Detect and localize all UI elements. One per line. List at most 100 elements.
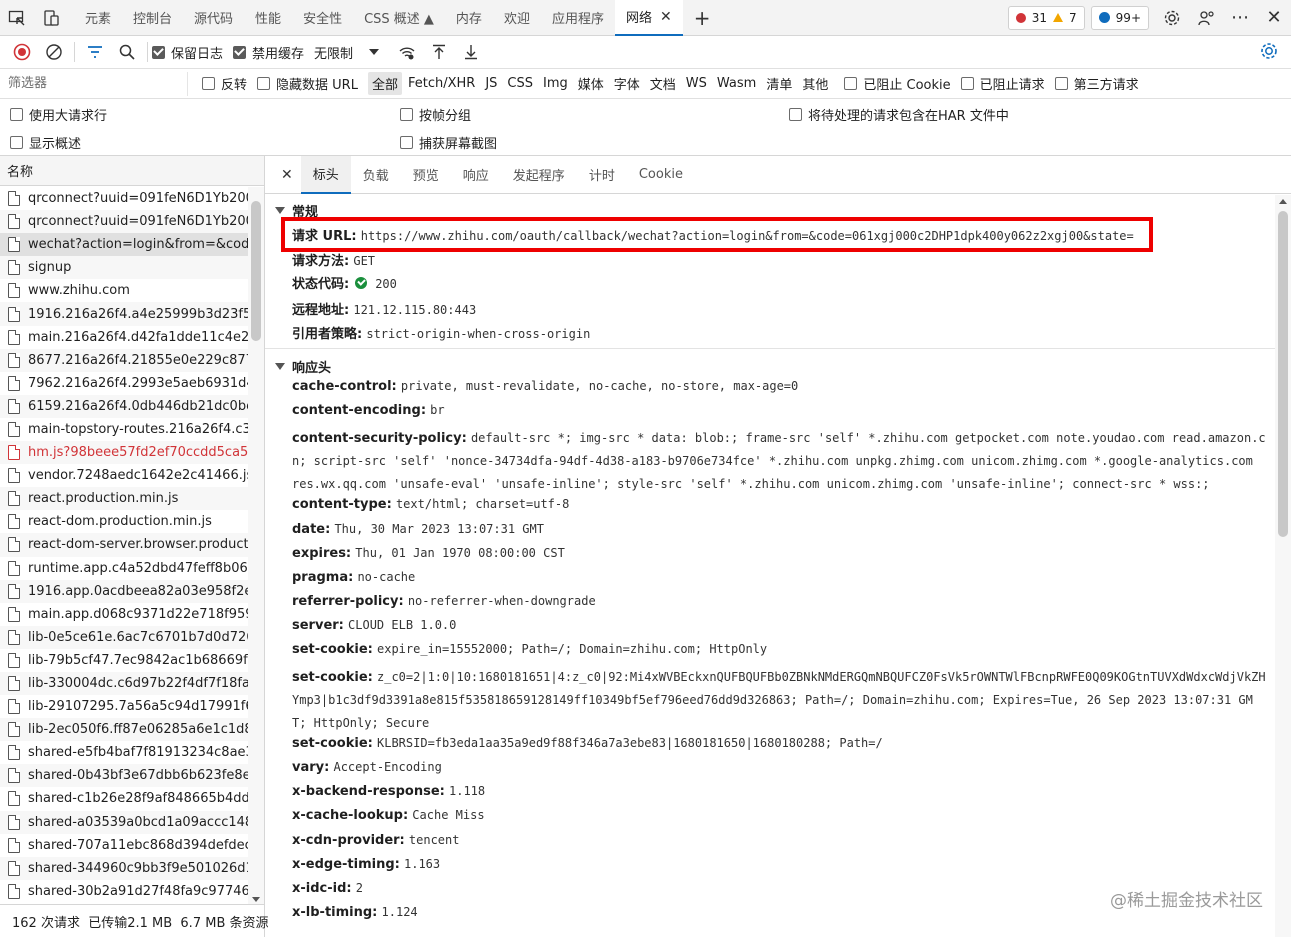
filter-input[interactable] (2, 71, 188, 96)
close-tab-icon[interactable]: ✕ (660, 9, 672, 25)
tab-6[interactable]: 内存 (445, 0, 493, 36)
request-row[interactable]: shared-e5fb4baf7f81913234c8ae38d7 (0, 741, 248, 764)
filter-type-2[interactable]: JS (481, 74, 501, 93)
request-row[interactable]: lib-2ec050f6.ff87e06285a6e1c1d822.js (0, 718, 248, 742)
tab-8[interactable]: 应用程序 (541, 0, 615, 36)
group-by-frame-checkbox[interactable]: 按帧分组 (400, 105, 471, 124)
tab-3[interactable]: 性能 (244, 0, 292, 36)
large-rows-checkbox[interactable]: 使用大请求行 (10, 105, 107, 124)
request-row[interactable]: shared-c1b26e28f9af848665b4dda36. (0, 787, 248, 810)
request-row[interactable]: runtime.app.c4a52dbd47feff8b066e.js (0, 557, 248, 580)
inspect-element-icon[interactable] (0, 0, 34, 36)
request-row[interactable]: signup (0, 256, 248, 280)
third-party-checkbox[interactable]: 第三方请求 (1054, 74, 1139, 93)
include-pending-har-checkbox[interactable]: 将待处理的请求包含在HAR 文件中 (789, 105, 1009, 124)
checkbox-unchecked[interactable] (10, 108, 23, 121)
hide-data-urls-checkbox[interactable]: 隐藏数据 URL (257, 74, 358, 93)
request-row[interactable]: main-topstory-routes.216a26f4.c3cd3 (0, 418, 248, 441)
tab-1[interactable]: 控制台 (122, 0, 183, 36)
request-row[interactable]: lib-29107295.7a56a5c94d17991f6954 (0, 695, 248, 718)
preserve-log-checkbox[interactable]: 保留日志 (152, 43, 223, 62)
checkbox-unchecked[interactable] (10, 136, 23, 149)
filter-type-11[interactable]: 其他 (798, 72, 832, 95)
request-row[interactable]: lib-330004dc.c6d97b22f4df7f18fa57.js (0, 671, 248, 696)
filter-type-5[interactable]: 媒体 (574, 72, 608, 95)
scrollbar-thumb[interactable] (1278, 211, 1288, 537)
request-row[interactable]: vendor.7248aedc1642e2c41466.js (0, 464, 248, 487)
device-emulation-icon[interactable] (34, 0, 68, 36)
details-tab-4[interactable]: 发起程序 (501, 156, 577, 194)
filter-icon[interactable] (79, 38, 111, 66)
clear-icon[interactable] (38, 38, 70, 66)
request-row[interactable]: 1916.216a26f4.a4e25999b3d23f5eeda (0, 302, 248, 326)
close-details-icon[interactable]: ✕ (273, 156, 301, 194)
request-row[interactable]: react.production.min.js (0, 487, 248, 511)
search-icon[interactable] (111, 38, 143, 66)
request-row[interactable]: main.app.d068c9371d22e718f959.js (0, 603, 248, 626)
blocked-requests-checkbox[interactable]: 已阻止请求 (960, 74, 1045, 93)
invert-checkbox[interactable]: 反转 (202, 74, 247, 93)
details-tab-5[interactable]: 计时 (577, 156, 627, 194)
details-tab-6[interactable]: Cookie (627, 156, 695, 194)
request-row[interactable]: shared-0b43bf3e67dbb6b623fe8ec6c (0, 764, 248, 788)
request-row[interactable]: 7962.216a26f4.2993e5aeb6931d4507. (0, 372, 248, 395)
capture-screenshots-checkbox[interactable]: 捕获屏幕截图 (400, 133, 497, 152)
request-row[interactable]: shared-707a11ebc868d394defdec5e3 (0, 834, 248, 857)
export-har-icon[interactable] (455, 38, 487, 66)
filter-type-0[interactable]: 全部 (367, 72, 402, 95)
checkbox-unchecked[interactable] (400, 108, 413, 121)
filter-type-10[interactable]: 清单 (762, 72, 796, 95)
request-row[interactable]: qrconnect?uuid=091feN6D1Yb2000r... (0, 187, 248, 210)
network-conditions-icon[interactable] (391, 38, 423, 66)
checkbox-unchecked[interactable] (960, 77, 974, 90)
request-row[interactable]: react-dom-server.browser.production (0, 533, 248, 557)
checkbox-unchecked[interactable] (202, 77, 215, 90)
tab-2[interactable]: 源代码 (183, 0, 244, 36)
tab-7[interactable]: 欢迎 (493, 0, 541, 36)
request-row[interactable]: www.zhihu.com (0, 279, 248, 302)
request-row[interactable]: shared-30b2a91d27f48fa9c977462bb. (0, 880, 248, 903)
request-row[interactable]: 1916.app.0acdbeea82a03e958f2e.js (0, 579, 248, 603)
request-row[interactable]: qrconnect?uuid=091feN6D1Yb2000r... (0, 210, 248, 234)
filter-type-7[interactable]: 文档 (646, 72, 680, 95)
checkbox-unchecked[interactable] (1054, 77, 1068, 90)
details-tab-1[interactable]: 负载 (351, 156, 401, 194)
issue-counters[interactable]: 31 7 (1007, 5, 1085, 30)
filter-type-4[interactable]: Img (539, 74, 572, 93)
add-tab-button[interactable]: + (683, 0, 722, 36)
settings-gear-icon[interactable] (1155, 0, 1189, 36)
request-row[interactable]: shared-344960c9bb3f9e501026d1722 (0, 856, 248, 880)
disable-cache-checkbox[interactable]: 禁用缓存 (233, 43, 304, 62)
checkbox-checked[interactable] (233, 45, 247, 59)
show-overview-checkbox[interactable]: 显示概述 (10, 133, 81, 152)
filter-type-6[interactable]: 字体 (610, 72, 644, 95)
tab-9[interactable]: 网络 ✕ (614, 0, 683, 36)
details-tab-0[interactable]: 标头 (300, 155, 351, 194)
request-row[interactable]: shared-a03539a0bcd1a09accc148479 (0, 810, 248, 834)
request-row[interactable]: wechat?action=login&from=&code=... (0, 233, 248, 257)
tab-4[interactable]: 安全性 (292, 0, 353, 36)
tab-5[interactable]: CSS 概述 ▲ (353, 0, 445, 36)
scroll-down-arrow-icon[interactable] (252, 897, 260, 902)
details-scrollbar[interactable] (1275, 195, 1291, 937)
request-row[interactable]: hm.js?98beee57fd2ef70ccdd5ca52b97 (0, 441, 248, 465)
checkbox-unchecked[interactable] (257, 77, 271, 90)
tab-0[interactable]: 元素 (74, 0, 122, 36)
name-column-header[interactable]: 名称 (0, 156, 264, 186)
blocked-cookies-checkbox[interactable]: 已阻止 Cookie (844, 74, 951, 93)
request-row[interactable]: react-dom.production.min.js (0, 510, 248, 533)
feedback-icon[interactable] (1189, 0, 1223, 36)
checkbox-checked[interactable] (152, 45, 165, 59)
close-devtools-icon[interactable]: ✕ (1257, 0, 1291, 36)
import-har-icon[interactable] (423, 38, 455, 66)
checkbox-unchecked[interactable] (844, 77, 858, 90)
request-row[interactable]: lib-0e5ce61e.6ac7c6701b7d0d72631e (0, 625, 248, 649)
filter-type-3[interactable]: CSS (503, 74, 537, 93)
request-row[interactable]: lib-79b5cf47.7ec9842ac1b68669fb3a.j (0, 649, 248, 672)
filter-type-9[interactable]: Wasm (713, 74, 760, 93)
details-tab-2[interactable]: 预览 (401, 156, 451, 194)
checkbox-unchecked[interactable] (400, 136, 413, 149)
checkbox-unchecked[interactable] (789, 108, 802, 121)
request-row[interactable]: main.216a26f4.d42fa1dde11c4e29124 (0, 326, 248, 349)
network-settings-gear-icon[interactable] (1259, 41, 1279, 61)
